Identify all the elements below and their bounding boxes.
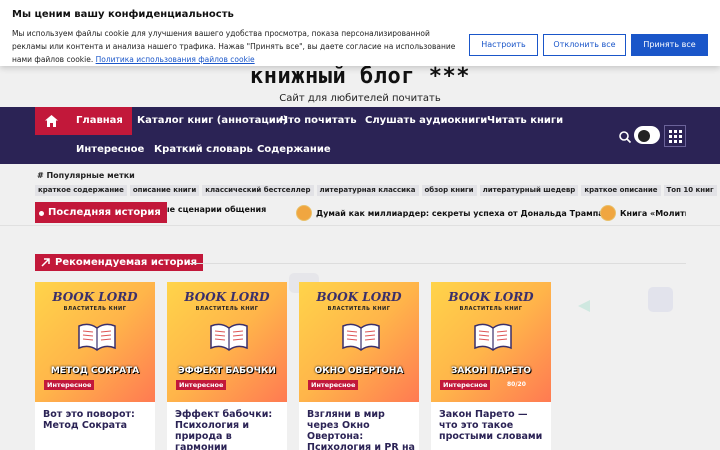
card-cover-title: ЭФФЕКТ БАБОЧКИ [178, 366, 276, 376]
cookie-policy-link[interactable]: Политика использования файлов cookie [96, 55, 255, 64]
decorative-shape [648, 287, 673, 312]
nav-item-interesting[interactable]: Интересное [76, 136, 144, 164]
card-brand-sub: ВЛАСТИТЕЛЬ КНИГ [195, 306, 259, 312]
featured-heading: Рекомендуемая история [35, 254, 204, 271]
card-brand-sub: ВЛАСТИТЕЛЬ КНИГ [459, 306, 523, 312]
card-category-badge[interactable]: Интересное [176, 380, 227, 390]
card-brand: BOOK LORD [52, 290, 138, 304]
ticker-item[interactable]: Думай как миллиардер: секреты успеха от … [296, 205, 604, 221]
ticker-item-text: Думай как миллиардер: секреты успеха от … [316, 208, 604, 218]
card-cover-title: ОКНО ОВЕРТОНА [314, 366, 404, 376]
card-brand: BOOK LORD [448, 290, 534, 304]
nav-item-contents[interactable]: Содержание [257, 136, 331, 164]
cookie-text: Мы используем файлы cookie для улучшения… [12, 27, 462, 66]
featured-heading-text: Рекомендуемая история [55, 257, 198, 268]
main-nav: Главная Каталог книг (аннотации) Что поч… [0, 107, 720, 164]
accept-all-button[interactable]: Принять все [631, 34, 708, 56]
card-title[interactable]: Взгляни в мир через Окно Овертона: Психо… [307, 409, 415, 450]
arrow-up-right-icon [41, 258, 50, 267]
nav-home-button[interactable] [35, 107, 67, 135]
card-cover-image[interactable]: BOOK LORD ВЛАСТИТЕЛЬ КНИГ ЗАКОН ПАРЕТО И… [431, 282, 551, 402]
popular-tags: краткое содержание описание книги класси… [35, 185, 717, 196]
card-cover-image[interactable]: BOOK LORD ВЛАСТИТЕЛЬ КНИГ ОКНО ОВЕРТОНА … [299, 282, 419, 402]
home-icon [44, 115, 58, 127]
nav-item-audiobooks[interactable]: Слушать аудиокниги [365, 107, 487, 135]
featured-divider [190, 263, 686, 264]
card-cover-title: МЕТОД СОКРАТА [50, 366, 140, 376]
popular-tags-title: # Популярные метки [37, 171, 135, 180]
section-divider [0, 225, 720, 226]
card-category-badge[interactable]: Интересное [308, 380, 359, 390]
open-book-icon [78, 323, 116, 351]
card-category-badge[interactable]: Интересное [440, 380, 491, 390]
story-card[interactable]: BOOK LORD ВЛАСТИТЕЛЬ КНИГ ЭФФЕКТ БАБОЧКИ… [167, 282, 287, 450]
apps-menu-button[interactable] [664, 125, 686, 147]
card-cover-image[interactable]: BOOK LORD ВЛАСТИТЕЛЬ КНИГ ЭФФЕКТ БАБОЧКИ… [167, 282, 287, 402]
ticker-label-text: Последняя история [48, 207, 161, 218]
card-cover-title: ЗАКОН ПАРЕТО [450, 366, 532, 376]
nav-item-dictionary[interactable]: Краткий словарь [154, 136, 253, 164]
decorative-shape [578, 300, 590, 312]
open-book-icon [474, 323, 512, 351]
ticker-item[interactable]: Книга «Молитвы [600, 205, 686, 221]
ticker-item-text: Книга «Молитвы [620, 208, 686, 218]
tag-item[interactable]: литературная классика [316, 185, 419, 196]
customize-cookies-button[interactable]: Настроить [469, 34, 538, 56]
card-title[interactable]: Эффект бабочки: Психология и природа в г… [175, 409, 283, 450]
toggle-knob [638, 130, 650, 142]
site-subtitle: Сайт для любителей почитать [279, 93, 441, 104]
tag-item[interactable]: описание книги [129, 185, 200, 196]
tag-item[interactable]: краткое описание [581, 185, 661, 196]
dark-mode-toggle[interactable] [634, 126, 660, 144]
nav-item-catalog[interactable]: Каталог книг (аннотации) [137, 107, 287, 135]
live-dot-icon [39, 210, 44, 216]
card-brand: BOOK LORD [316, 290, 402, 304]
site-title[interactable]: книжный блог *** [0, 64, 720, 89]
tag-item[interactable]: классический бестселлер [202, 185, 314, 196]
cookie-consent-banner: Мы ценим вашу конфиденциальность Мы испо… [0, 0, 720, 66]
card-brand-sub: ВЛАСТИТЕЛЬ КНИГ [327, 306, 391, 312]
card-brand: BOOK LORD [184, 290, 270, 304]
ticker-thumbnail [296, 205, 312, 221]
search-icon[interactable] [618, 130, 632, 144]
reject-all-button[interactable]: Отклонить все [543, 34, 626, 56]
card-title[interactable]: Закон Парето — что это такое простыми сл… [439, 409, 547, 442]
latest-stories-ticker: Последняя история ызные сценарии общения… [35, 201, 686, 223]
open-book-icon [342, 323, 380, 351]
story-card[interactable]: BOOK LORD ВЛАСТИТЕЛЬ КНИГ ЗАКОН ПАРЕТО И… [431, 282, 551, 450]
card-cover-image[interactable]: BOOK LORD ВЛАСТИТЕЛЬ КНИГ МЕТОД СОКРАТА … [35, 282, 155, 402]
tag-item[interactable]: Топ 10 книг [663, 185, 717, 196]
card-brand-sub: ВЛАСТИТЕЛЬ КНИГ [63, 306, 127, 312]
cookie-title: Мы ценим вашу конфиденциальность [12, 9, 234, 20]
tag-item[interactable]: обзор книги [421, 185, 477, 196]
nav-item-read-books[interactable]: Читать книги [487, 107, 563, 135]
card-title[interactable]: Вот это поворот: Метод Сократа [43, 409, 151, 431]
tag-item[interactable]: краткое содержание [35, 185, 127, 196]
tag-item[interactable]: литературный шедевр [479, 185, 579, 196]
story-card[interactable]: BOOK LORD ВЛАСТИТЕЛЬ КНИГ ОКНО ОВЕРТОНА … [299, 282, 419, 450]
ticker-thumbnail [600, 205, 616, 221]
card-category-badge[interactable]: Интересное [44, 380, 95, 390]
story-card[interactable]: BOOK LORD ВЛАСТИТЕЛЬ КНИГ МЕТОД СОКРАТА … [35, 282, 155, 450]
card-cover-extra: 80/20 [507, 381, 526, 388]
nav-item-home[interactable]: Главная [67, 107, 132, 135]
open-book-icon [210, 323, 248, 351]
ticker-label: Последняя история [35, 202, 167, 223]
nav-item-what-to-read[interactable]: Что почитать [280, 107, 357, 135]
